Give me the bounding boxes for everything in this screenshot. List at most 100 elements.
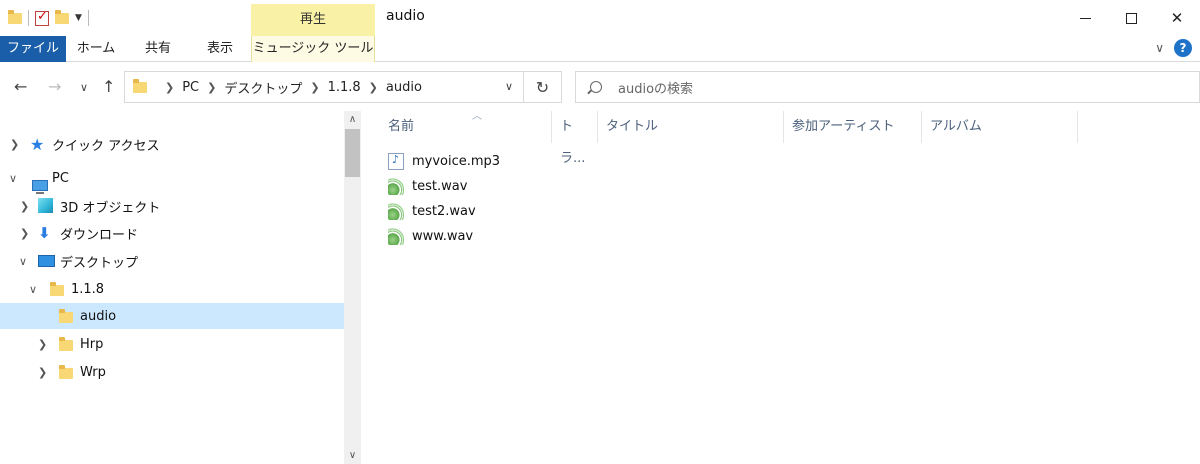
search-box[interactable]: audioの検索 — [575, 71, 1200, 103]
column-label: トラ... — [560, 119, 586, 166]
tree-item-audio[interactable]: audio — [0, 303, 344, 329]
tree-item-desktop[interactable]: ∨ デスクトップ — [0, 248, 344, 274]
up-button[interactable]: ↑ — [102, 77, 115, 96]
scroll-down-chevron-icon[interactable]: ∨ — [344, 447, 361, 464]
tree-item-3d-objects[interactable]: ❯ 3D オブジェクト — [0, 193, 344, 219]
address-bar[interactable]: ❯ PC ❯ デスクトップ ❯ 1.1.8 ❯ audio ∨ — [124, 71, 524, 103]
navigation-scrollbar[interactable]: ∧ ∨ — [344, 111, 361, 464]
tab-file[interactable]: ファイル — [0, 36, 66, 62]
desktop-icon — [38, 255, 55, 267]
column-header-artist[interactable]: 参加アーティスト — [784, 111, 922, 143]
tree-item-downloads[interactable]: ❯ ⬇ ダウンロード — [0, 220, 344, 246]
tab-home[interactable]: ホーム — [66, 36, 126, 62]
file-row[interactable]: www.wav — [388, 224, 473, 249]
back-button[interactable]: ← — [14, 77, 27, 96]
collapse-chevron-icon[interactable]: ∨ — [19, 255, 27, 268]
scroll-up-chevron-icon[interactable]: ∧ — [344, 111, 361, 128]
wav-file-icon — [388, 178, 404, 195]
expand-chevron-icon[interactable]: ❯ — [20, 200, 29, 213]
folder-icon — [59, 309, 73, 323]
column-header-title[interactable]: タイトル — [598, 111, 784, 143]
tree-item-pc[interactable]: ∨ PC — [0, 165, 344, 194]
breadcrumb-audio[interactable]: audio — [386, 80, 422, 95]
properties-icon[interactable] — [35, 9, 49, 26]
address-dropdown-chevron-icon[interactable]: ∨ — [505, 80, 513, 93]
title-bar: ▼ 再生 audio ✕ — [0, 0, 1200, 36]
tree-label: Wrp — [80, 364, 106, 380]
maximize-button[interactable] — [1108, 0, 1154, 36]
collapse-chevron-icon[interactable]: ∨ — [29, 283, 37, 296]
expand-chevron-icon[interactable]: ❯ — [10, 138, 19, 151]
tab-view[interactable]: 表示 — [190, 36, 250, 62]
refresh-button[interactable]: ↻ — [524, 71, 562, 103]
new-folder-icon[interactable] — [55, 9, 69, 24]
expand-chevron-icon[interactable]: ❯ — [38, 338, 47, 351]
download-icon: ⬇ — [38, 224, 51, 242]
breadcrumb-pc[interactable]: PC — [182, 80, 199, 95]
recent-locations-chevron-icon[interactable]: ∨ — [80, 81, 88, 94]
search-input[interactable]: audioの検索 — [618, 78, 693, 97]
folder-icon — [50, 282, 64, 296]
breadcrumb-chevron-icon[interactable]: ❯ — [310, 81, 319, 94]
maximize-icon — [1125, 12, 1137, 24]
file-row[interactable]: test2.wav — [388, 199, 476, 224]
divider — [28, 10, 29, 26]
folder-icon — [133, 78, 147, 93]
navigation-bar: ← → ∨ ↑ ❯ PC ❯ デスクトップ ❯ 1.1.8 ❯ audio ∨ … — [0, 63, 1200, 111]
folder-icon — [59, 365, 73, 379]
column-header-name[interactable]: ︿ 名前 — [380, 111, 552, 143]
file-list: ︿ 名前 トラ... タイトル 参加アーティスト アルバム myvoice.mp… — [370, 111, 1200, 464]
column-label: アルバム — [930, 119, 982, 134]
close-icon: ✕ — [1170, 9, 1184, 27]
tree-item-hrp[interactable]: ❯ Hrp — [0, 331, 344, 357]
file-name: myvoice.mp3 — [412, 154, 501, 169]
folder-icon — [59, 337, 73, 351]
tree-item-wrp[interactable]: ❯ Wrp — [0, 359, 344, 385]
expand-chevron-icon[interactable]: ❯ — [38, 366, 47, 379]
breadcrumb-chevron-icon[interactable]: ❯ — [207, 81, 216, 94]
column-header-track[interactable]: トラ... — [552, 111, 598, 166]
column-label: タイトル — [606, 119, 659, 134]
tree-item-quick-access[interactable]: ❯ ★ クイック アクセス — [0, 131, 344, 157]
tree-label: デスクトップ — [60, 255, 139, 271]
breadcrumb-desktop[interactable]: デスクトップ — [224, 78, 302, 97]
close-button[interactable]: ✕ — [1154, 0, 1200, 36]
divider — [87, 10, 89, 26]
forward-button[interactable]: → — [48, 77, 61, 96]
star-icon: ★ — [30, 134, 45, 154]
column-label: 参加アーティスト — [792, 119, 895, 134]
help-icon[interactable]: ? — [1174, 39, 1192, 57]
breadcrumb-118[interactable]: 1.1.8 — [328, 80, 361, 95]
column-header-album[interactable]: アルバム — [922, 111, 1078, 143]
tree-label: audio — [80, 308, 117, 324]
breadcrumb-chevron-icon[interactable]: ❯ — [369, 81, 378, 94]
navigation-pane: ❯ ★ クイック アクセス ∨ PC ❯ 3D オブジェクト ❯ ⬇ ダウンロー… — [0, 111, 344, 464]
tab-share[interactable]: 共有 — [126, 36, 190, 62]
file-row[interactable]: myvoice.mp3 — [388, 149, 500, 174]
file-row[interactable]: test.wav — [388, 174, 467, 199]
expand-ribbon-chevron-icon[interactable]: ∨ — [1155, 41, 1164, 55]
expand-chevron-icon[interactable]: ❯ — [20, 227, 29, 240]
refresh-icon: ↻ — [535, 77, 550, 97]
tree-label: ダウンロード — [60, 227, 139, 243]
window-title: audio — [386, 8, 425, 24]
ribbon-controls: ∨ ? — [1155, 39, 1192, 57]
tab-music-tools[interactable]: ミュージック ツール — [251, 36, 375, 62]
tree-label: 1.1.8 — [71, 281, 105, 297]
minimize-icon — [1079, 17, 1091, 19]
tree-item-118[interactable]: ∨ 1.1.8 — [0, 276, 344, 302]
breadcrumb-chevron-icon[interactable]: ❯ — [165, 81, 174, 94]
ribbon-tabs: ファイル ホーム 共有 表示 ミュージック ツール ∨ ? — [0, 36, 1200, 62]
minimize-button[interactable] — [1062, 0, 1108, 36]
computer-icon — [32, 179, 48, 194]
wav-file-icon — [388, 203, 404, 220]
file-name: test2.wav — [412, 204, 476, 219]
mp3-file-icon — [388, 153, 404, 170]
collapse-chevron-icon[interactable]: ∨ — [9, 172, 17, 185]
tree-label: PC — [52, 170, 69, 186]
scroll-thumb[interactable] — [345, 129, 360, 177]
folder-icon — [8, 9, 22, 24]
tree-label: Hrp — [80, 336, 104, 352]
file-name: www.wav — [412, 229, 474, 244]
customize-qat-chevron-icon[interactable]: ▼ — [75, 13, 82, 23]
